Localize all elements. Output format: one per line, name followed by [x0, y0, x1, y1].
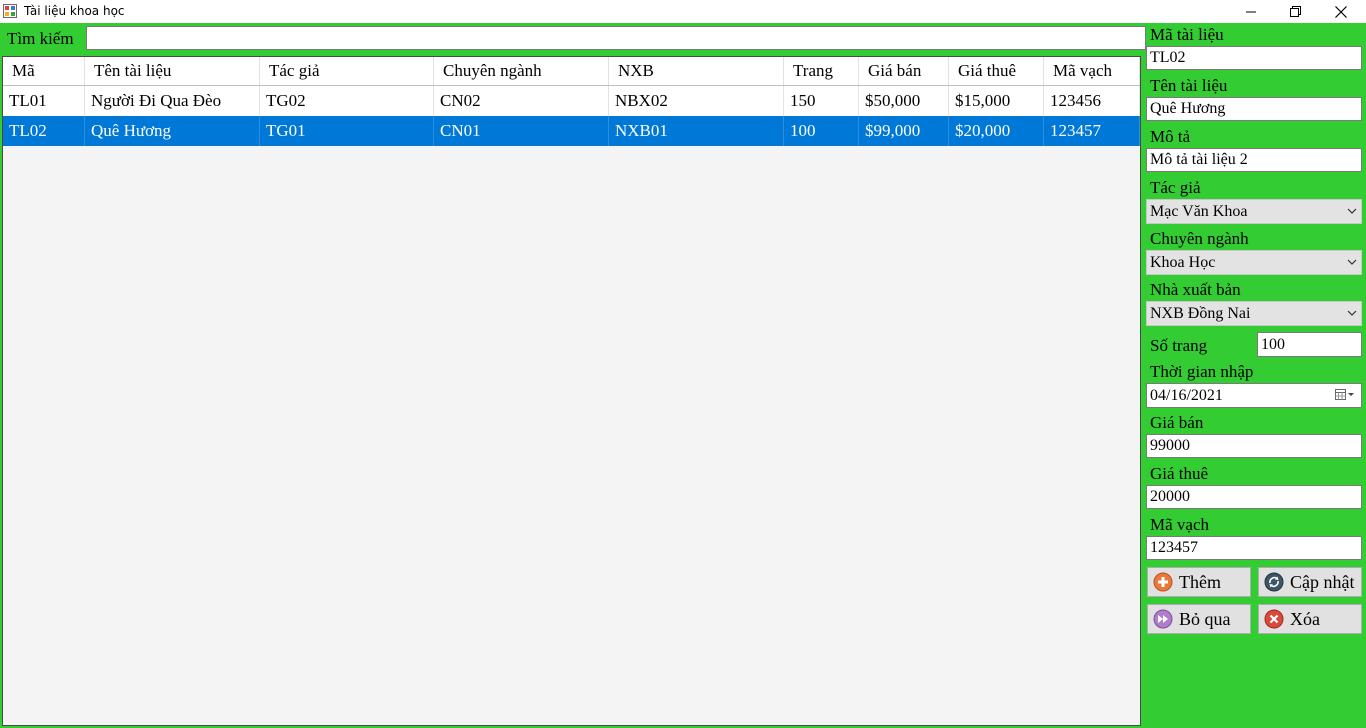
table-cell[interactable]: TL01	[3, 86, 85, 116]
table-cell[interactable]: TG02	[260, 86, 434, 116]
ma-tai-lieu-field[interactable]	[1146, 46, 1362, 70]
nha-xuat-ban-label: Nhà xuất bản	[1150, 280, 1241, 299]
thoi-gian-nhap-label: Thời gian nhập	[1150, 362, 1254, 381]
table-cell[interactable]: TL02	[3, 116, 85, 146]
ten-tai-lieu-field[interactable]	[1146, 97, 1362, 121]
app-icon	[3, 4, 17, 18]
table-cell[interactable]: 123456	[1044, 86, 1140, 116]
so-trang-label: Số trang	[1150, 336, 1208, 355]
table-cell[interactable]: TG01	[260, 116, 434, 146]
update-button[interactable]: Cập nhật	[1258, 567, 1362, 597]
update-button-label: Cập nhật	[1290, 571, 1355, 592]
gia-ban-label: Giá bán	[1150, 413, 1204, 432]
chevron-down-icon	[1347, 208, 1357, 214]
thoi-gian-nhap-datepicker[interactable]: 04/16/2021	[1146, 383, 1362, 408]
chuyen-nganh-dropdown[interactable]: Khoa Học	[1146, 250, 1362, 275]
table-cell[interactable]: Người Đi Qua Đèo	[85, 86, 260, 116]
ma-vach-field[interactable]	[1146, 536, 1362, 560]
column-header-chuyen-nganh[interactable]: Chuyên ngành	[434, 57, 609, 85]
chuyen-nganh-selected: Khoa Học	[1150, 253, 1216, 271]
table-cell[interactable]: 123457	[1044, 116, 1140, 146]
data-grid[interactable]: Mã Tên tài liệu Tác giả Chuyên ngành NXB…	[2, 56, 1141, 726]
table-cell[interactable]: $20,000	[949, 116, 1044, 146]
tac-gia-dropdown[interactable]: Mạc Văn Khoa	[1146, 199, 1362, 224]
add-button[interactable]: Thêm	[1147, 567, 1251, 597]
column-header-gia-thue[interactable]: Giá thuê	[949, 57, 1044, 85]
calendar-dropdown-icon[interactable]	[1335, 389, 1355, 401]
column-header-nxb[interactable]: NXB	[609, 57, 784, 85]
mo-ta-label: Mô tả	[1150, 127, 1191, 146]
minimize-button[interactable]	[1228, 0, 1274, 23]
table-cell[interactable]: 150	[784, 86, 859, 116]
close-button[interactable]	[1318, 0, 1364, 23]
table-cell[interactable]: CN02	[434, 86, 609, 116]
column-header-gia-ban[interactable]: Giá bán	[859, 57, 949, 85]
gia-thue-field[interactable]	[1146, 485, 1362, 509]
skip-button-label: Bỏ qua	[1179, 608, 1231, 629]
add-button-label: Thêm	[1179, 571, 1221, 592]
chuyen-nganh-label: Chuyên ngành	[1150, 229, 1249, 248]
ten-tai-lieu-label: Tên tài liệu	[1150, 76, 1228, 95]
search-label: Tìm kiếm	[7, 29, 74, 48]
chevron-down-icon	[1347, 259, 1357, 265]
search-input[interactable]	[86, 26, 1146, 50]
table-cell[interactable]: $15,000	[949, 86, 1044, 116]
column-header-trang[interactable]: Trang	[784, 57, 859, 85]
nha-xuat-ban-dropdown[interactable]: NXB Đồng Nai	[1146, 301, 1362, 326]
skip-button[interactable]: Bỏ qua	[1147, 604, 1251, 634]
table-cell[interactable]: $50,000	[859, 86, 949, 116]
table-cell[interactable]: NXB01	[609, 116, 784, 146]
fast-forward-icon	[1153, 609, 1173, 629]
table-cell[interactable]: NBX02	[609, 86, 784, 116]
nha-xuat-ban-selected: NXB Đồng Nai	[1150, 304, 1251, 322]
gia-ban-field[interactable]	[1146, 434, 1362, 458]
table-cell[interactable]: CN01	[434, 116, 609, 146]
delete-icon	[1264, 609, 1284, 629]
thoi-gian-nhap-value: 04/16/2021	[1150, 386, 1223, 404]
minimize-icon	[1246, 11, 1256, 12]
column-header-ten-tai-lieu[interactable]: Tên tài liệu	[85, 57, 260, 85]
close-icon	[1335, 5, 1347, 18]
grid-header: Mã Tên tài liệu Tác giả Chuyên ngành NXB…	[3, 57, 1140, 86]
restore-icon	[1289, 6, 1301, 17]
so-trang-field[interactable]	[1257, 332, 1362, 357]
column-header-tac-gia[interactable]: Tác giả	[260, 57, 434, 85]
tac-gia-selected: Mạc Văn Khoa	[1150, 202, 1248, 220]
delete-button[interactable]: Xóa	[1258, 604, 1362, 634]
table-row-selected[interactable]: TL02 Quê Hương TG01 CN01 NXB01 100 $99,0…	[3, 116, 1140, 146]
plus-icon	[1153, 572, 1173, 592]
column-header-ma[interactable]: Mã	[3, 57, 85, 85]
refresh-icon	[1264, 572, 1284, 592]
gia-thue-label: Giá thuê	[1150, 464, 1209, 483]
chevron-down-icon	[1347, 310, 1357, 316]
table-cell[interactable]: 100	[784, 116, 859, 146]
window-title: Tài liệu khoa học	[24, 4, 125, 18]
restore-button[interactable]	[1272, 0, 1318, 23]
table-row[interactable]: TL01 Người Đi Qua Đèo TG02 CN02 NBX02 15…	[3, 86, 1140, 117]
table-cell[interactable]: $99,000	[859, 116, 949, 146]
ma-tai-lieu-label: Mã tài liệu	[1150, 25, 1224, 44]
title-bar: Tài liệu khoa học	[0, 0, 1366, 23]
column-header-ma-vach[interactable]: Mã vạch	[1044, 57, 1140, 85]
table-cell[interactable]: Quê Hương	[85, 116, 260, 146]
mo-ta-field[interactable]	[1146, 148, 1362, 172]
tac-gia-label: Tác giả	[1150, 178, 1201, 197]
delete-button-label: Xóa	[1290, 608, 1320, 629]
ma-vach-label: Mã vạch	[1150, 515, 1210, 534]
